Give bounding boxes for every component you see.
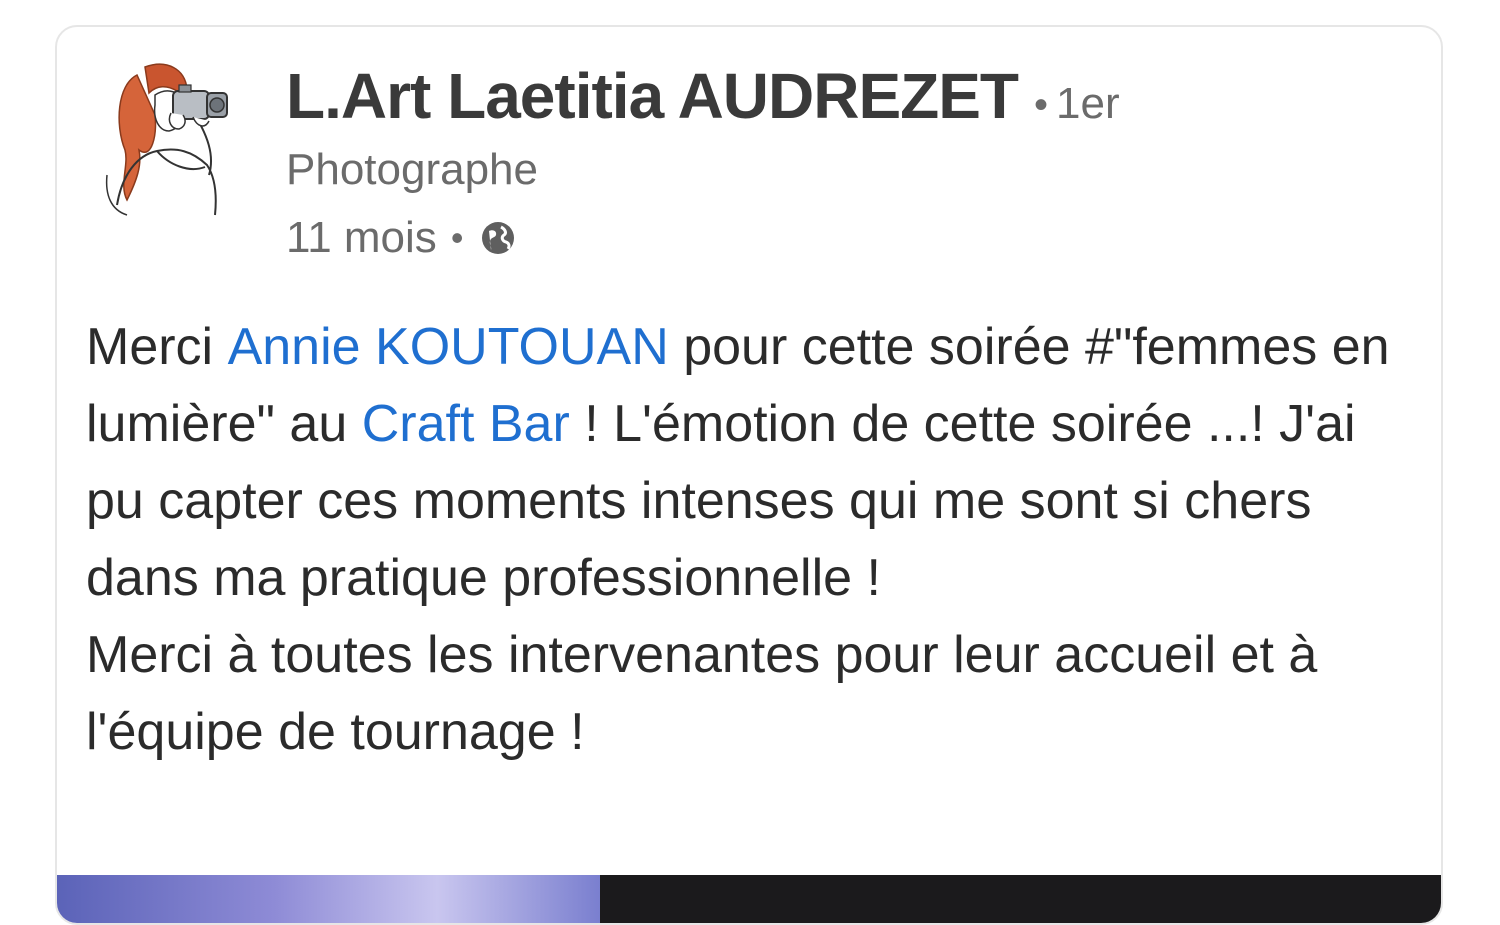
post-age: 11 mois bbox=[286, 213, 437, 262]
post-text-segment: Merci bbox=[86, 318, 228, 376]
connection-degree: 1er bbox=[1056, 79, 1120, 128]
separator-dot: • bbox=[1034, 83, 1049, 127]
post-paragraph: Merci Annie KOUTOUAN pour cette soirée #… bbox=[86, 309, 1426, 617]
author-headline: Photographe bbox=[286, 145, 538, 194]
mention-link[interactable]: Annie KOUTOUAN bbox=[228, 318, 669, 376]
globe-icon bbox=[482, 222, 515, 254]
author-avatar[interactable] bbox=[97, 55, 247, 220]
separator-dot: • bbox=[450, 217, 464, 258]
author-line: L.Art Laetitia AUDREZET • 1er bbox=[286, 59, 1120, 133]
mention-link[interactable]: Craft Bar bbox=[362, 395, 570, 453]
author-name[interactable]: L.Art Laetitia AUDREZET bbox=[286, 59, 1019, 133]
post-paragraph: Merci à toutes les intervenantes pour le… bbox=[86, 626, 1318, 761]
post-card: L.Art Laetitia AUDREZET • 1er Photograph… bbox=[55, 25, 1443, 925]
post-meta: 11 mois • bbox=[286, 213, 517, 263]
post-text: Merci Annie KOUTOUAN pour cette soirée #… bbox=[86, 309, 1426, 771]
